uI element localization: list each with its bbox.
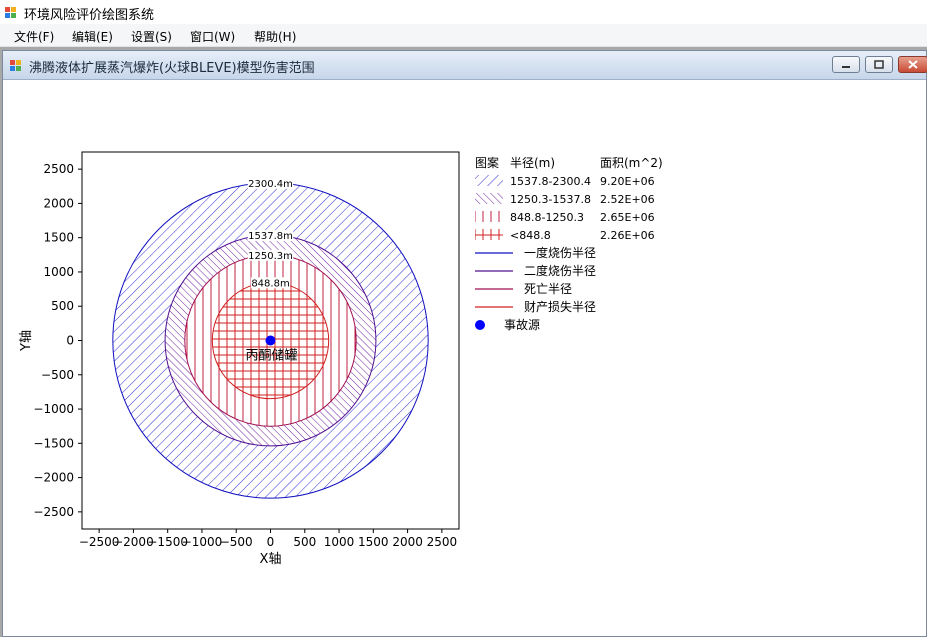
circle-label-0: 2300.4m (248, 179, 293, 190)
legend-header-pattern: 图案 (475, 155, 499, 170)
legend-area-1: 2.52E+06 (600, 193, 655, 206)
x-tick-label: 500 (293, 535, 316, 549)
y-tick-label: −500 (41, 368, 74, 382)
x-tick-label: 0 (267, 535, 275, 549)
y-tick-label: 0 (66, 334, 74, 348)
y-tick-label: −2500 (33, 505, 74, 519)
circle-label-2: 1250.3m (248, 251, 293, 262)
legend-source-label: 事故源 (504, 317, 540, 332)
legend-header-area: 面积(m^2) (600, 156, 663, 170)
x-tick-label: 1500 (358, 535, 389, 549)
legend-range-3: <848.8 (510, 229, 551, 242)
legend-swatch-2 (475, 211, 503, 222)
x-tick-label: 1000 (324, 535, 355, 549)
y-tick-label: 1500 (43, 231, 74, 245)
y-tick-label: −1000 (33, 402, 74, 416)
legend-range-2: 848.8-1250.3 (510, 211, 584, 224)
y-tick-label: −2000 (33, 471, 74, 485)
accident-source-point (265, 335, 276, 346)
legend-area-2: 2.65E+06 (600, 211, 655, 224)
legend-swatch-1 (475, 193, 503, 204)
x-tick-label: 2000 (392, 535, 423, 549)
legend-range-0: 1537.8-2300.4 (510, 175, 591, 188)
x-tick-label: 2500 (427, 535, 458, 549)
legend-line-label-2: 死亡半径 (524, 282, 572, 296)
legend-swatch-3 (475, 229, 503, 240)
source-label: 丙酮储罐 (245, 349, 297, 364)
damage-range-chart: 2300.4m 1537.8m 1250.3m 848.8m 丙酮储罐 −2500 −200… (19, 151, 663, 567)
legend-source-marker (475, 320, 485, 330)
y-tick-label: 2500 (43, 162, 74, 176)
legend-area-0: 9.20E+06 (600, 175, 655, 188)
circle-label-3: 848.8m (251, 278, 289, 289)
legend-swatch-0 (475, 175, 503, 186)
legend-line-label-1: 二度烧伤半径 (524, 263, 596, 278)
legend-area-3: 2.26E+06 (600, 229, 655, 242)
legend-range-1: 1250.3-1537.8 (510, 193, 591, 206)
y-tick-label: 1000 (43, 265, 74, 279)
x-tick-label: −500 (220, 535, 253, 549)
y-axis-label: Y轴 (19, 330, 34, 352)
legend-line-label-0: 一度烧伤半径 (524, 245, 596, 260)
x-tick-label: −1000 (182, 535, 223, 549)
legend-header-radius: 半径(m) (510, 156, 555, 170)
y-tick-label: 500 (51, 299, 74, 313)
x-axis-label: X轴 (260, 552, 282, 567)
circle-label-1: 1537.8m (248, 231, 293, 242)
y-tick-label: −1500 (33, 436, 74, 450)
y-tick-label: 2000 (43, 196, 74, 210)
legend-line-label-3: 财产损失半径 (524, 299, 596, 314)
